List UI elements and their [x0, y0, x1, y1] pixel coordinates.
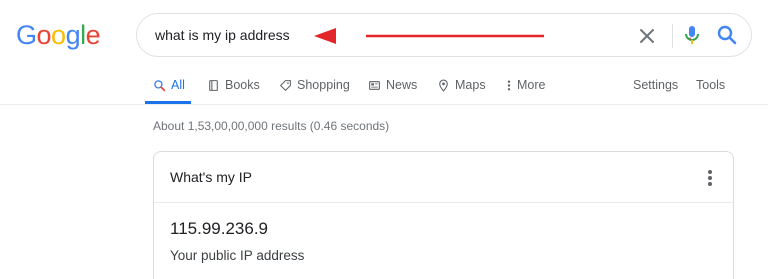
logo-letter: g [65, 20, 81, 50]
mic-icon[interactable] [680, 23, 704, 47]
search-icon[interactable] [715, 23, 739, 47]
settings-link[interactable]: Settings [633, 78, 678, 92]
card-title: What's my IP [170, 169, 253, 185]
tab-maps[interactable]: Maps [437, 78, 486, 92]
tab-more[interactable]: More [506, 78, 545, 92]
book-icon [209, 79, 218, 91]
tab-label: News [386, 78, 418, 92]
ip-answer-card: What's my IP 115.99.236.9 Your public IP… [153, 151, 734, 279]
annotation-arrow-icon [314, 28, 544, 44]
tab-books[interactable]: Books [207, 78, 260, 92]
settings-label: Settings [633, 78, 679, 92]
ip-address-caption: Your public IP address [170, 248, 305, 263]
logo-letter: o [51, 20, 66, 50]
result-stats: About 1,53,00,00,000 results (0.46 secon… [153, 119, 390, 133]
close-icon[interactable] [635, 24, 659, 48]
ip-address-value: 115.99.236.9 [170, 219, 268, 238]
searchbox-divider [672, 24, 673, 48]
tag-icon [280, 79, 291, 91]
card-divider [154, 202, 733, 203]
google-logo[interactable]: Google [16, 20, 101, 51]
tools-link[interactable]: Tools [696, 78, 725, 92]
tools-label: Tools [696, 78, 726, 92]
tab-label: All [171, 78, 185, 92]
more-vert-icon[interactable] [698, 166, 722, 190]
search-icon [154, 79, 166, 91]
dots-vertical-icon [507, 80, 511, 90]
tab-label: Shopping [297, 78, 350, 92]
tab-label: More [517, 78, 546, 92]
tab-news[interactable]: News [368, 78, 417, 92]
tab-all[interactable]: All [153, 78, 185, 92]
search-tabs: All Books Shopping News Maps More Settin… [0, 70, 768, 104]
tab-label: Books [225, 78, 260, 92]
logo-letter: e [85, 20, 101, 50]
map-pin-icon [439, 79, 448, 92]
search-input[interactable]: what is my ip address [155, 27, 290, 43]
logo-letter: G [16, 20, 37, 50]
newspaper-icon [369, 80, 380, 90]
tabs-divider [0, 104, 768, 105]
logo-letter: o [36, 20, 52, 50]
tab-shopping[interactable]: Shopping [279, 78, 350, 92]
tab-label: Maps [455, 78, 486, 92]
search-box[interactable]: what is my ip address [136, 13, 752, 57]
